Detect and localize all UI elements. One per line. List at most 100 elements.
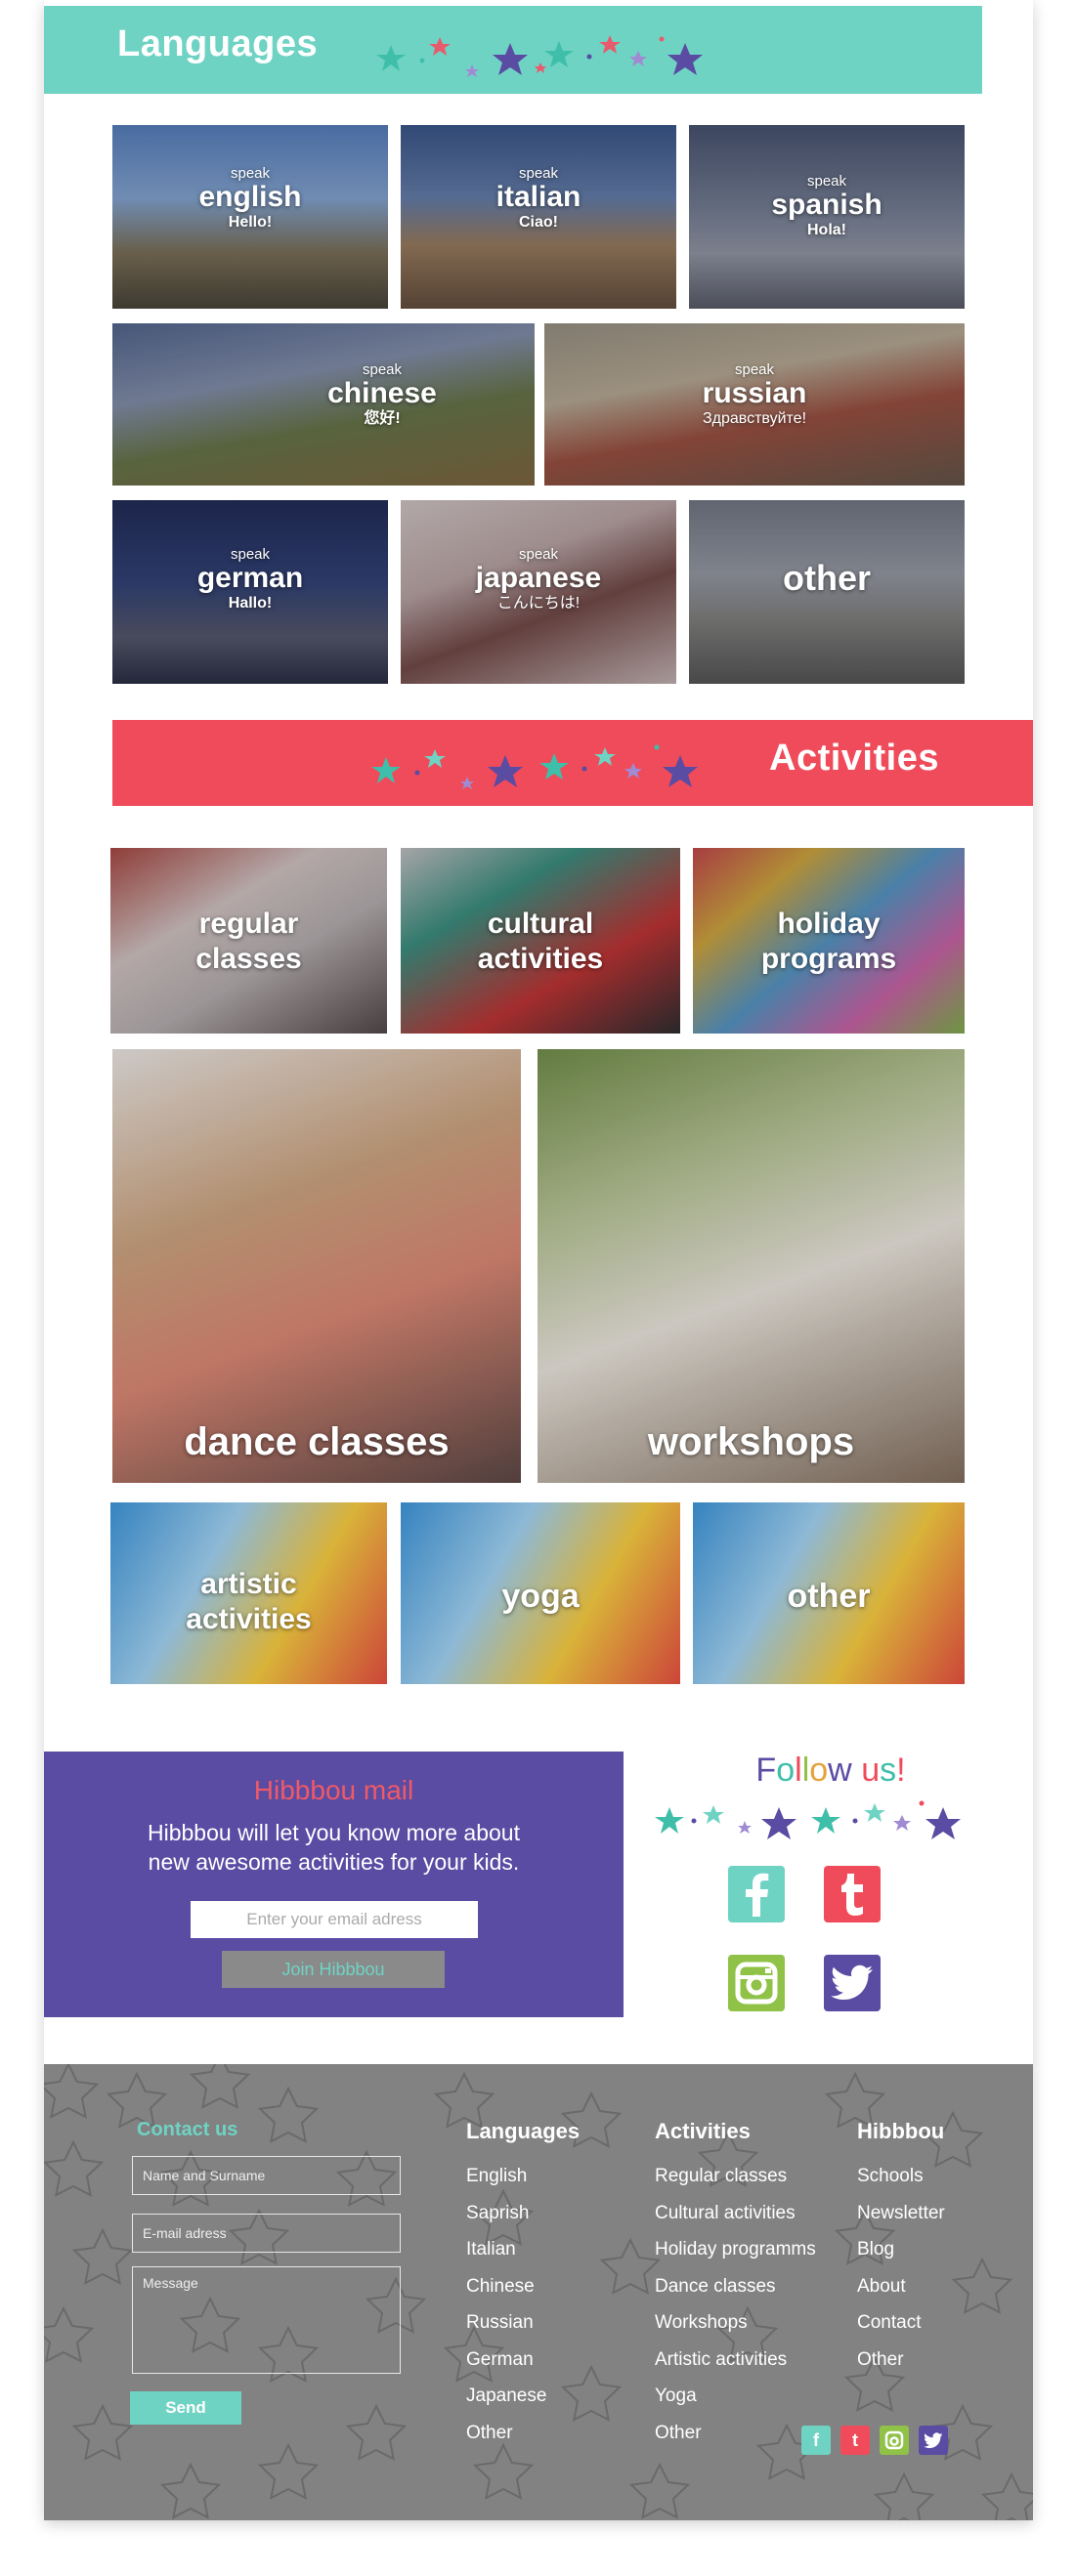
tile-text: dance classes [112, 1420, 521, 1464]
language-name: german [196, 562, 304, 594]
greeting: Ciao! [519, 214, 558, 231]
activity-label-line2: activities [186, 1603, 312, 1635]
facebook-icon[interactable]: f [801, 2426, 831, 2455]
tile-spanish[interactable]: speak spanish Hola! [689, 125, 965, 309]
footer-link[interactable]: Japanese [466, 2378, 580, 2415]
language-name: russian [702, 377, 807, 409]
greeting: Здравствуйте! [702, 410, 807, 427]
tile-overlay [538, 1049, 965, 1483]
tile-text: regular classes [110, 907, 387, 977]
tile-workshops[interactable]: workshops [538, 1049, 965, 1483]
footer-link[interactable]: Chinese [466, 2268, 580, 2305]
tile-dance-classes[interactable]: dance classes [112, 1049, 521, 1483]
mail-title: Hibbbou mail [253, 1775, 414, 1805]
follow-title: Follow us! [669, 1752, 992, 1790]
languages-title: Languages [117, 23, 319, 64]
tile-chinese[interactable]: speak chinese 您好! [112, 323, 535, 486]
footer-link[interactable]: German [466, 2342, 580, 2379]
facebook-icon[interactable] [728, 1866, 785, 1922]
activity-label-line1: dance classes [184, 1420, 450, 1463]
message-field[interactable] [132, 2266, 401, 2374]
footer-link[interactable]: Russian [466, 2304, 580, 2342]
twitter-icon[interactable] [824, 1955, 881, 2011]
name-field[interactable] [132, 2156, 401, 2195]
languages-banner: Languages [44, 6, 982, 94]
follow-letter: u [861, 1752, 881, 1789]
speak-label: speak [362, 361, 403, 378]
greeting: 您好! [364, 410, 401, 427]
footer-link[interactable]: English [466, 2158, 580, 2195]
footer-link[interactable]: Holiday programms [655, 2231, 816, 2268]
footer-link[interactable]: Other [857, 2342, 945, 2379]
activity-label-line2: programs [760, 943, 897, 975]
twitter-icon[interactable] [919, 2426, 948, 2455]
instagram-icon[interactable] [728, 1955, 785, 2011]
footer-column-title: Languages [466, 2119, 581, 2143]
tile-russian[interactable]: speak russian Здравствуйте! [544, 323, 965, 486]
footer-column-hibbbou: Hibbbou Schools Newsletter Blog About Co… [857, 2119, 945, 2378]
tile-yoga[interactable]: yoga [401, 1502, 680, 1684]
tile-other-activity[interactable]: other [693, 1502, 965, 1684]
tile-text: speak spanish Hola! [689, 174, 965, 240]
footer-column-activities: Activities Regular classes Cultural acti… [655, 2119, 816, 2451]
footer-link[interactable]: Dance classes [655, 2268, 816, 2305]
footer-link[interactable]: Italian [466, 2231, 580, 2268]
tile-cultural-activities[interactable]: cultural activities [401, 848, 680, 1034]
activity-label-line1: yoga [501, 1578, 580, 1615]
follow-letter: s [880, 1752, 897, 1789]
footer-link[interactable]: Other [466, 2415, 580, 2452]
speak-label: speak [230, 165, 271, 182]
mail-description: Hibbbou will let you know more about new… [44, 1818, 624, 1877]
email-input[interactable] [191, 1901, 478, 1938]
tile-text: other [689, 559, 965, 598]
tile-text: speak japanese こんにちは! [401, 547, 676, 613]
footer-link[interactable]: Yoga [655, 2378, 816, 2415]
tile-regular-classes[interactable]: regular classes [110, 848, 387, 1034]
language-name: spanish [771, 189, 882, 221]
language-name: italian [495, 181, 581, 213]
language-name: chinese [327, 377, 437, 409]
footer-link[interactable]: Schools [857, 2158, 945, 2195]
stars-decoration-icon [655, 1800, 961, 1839]
footer-link[interactable]: Blog [857, 2231, 945, 2268]
footer-link[interactable]: Contact [857, 2304, 945, 2342]
tumblr-icon[interactable] [824, 1866, 881, 1922]
follow-letter: F [755, 1752, 777, 1789]
footer-link[interactable]: Artistic activities [655, 2342, 816, 2379]
tile-text: speak russian Здравствуйте! [544, 362, 965, 429]
footer-link[interactable]: Regular classes [655, 2158, 816, 2195]
tile-japanese[interactable]: speak japanese こんにちは! [401, 500, 676, 684]
tile-holiday-programs[interactable]: holiday programs [693, 848, 965, 1034]
newsletter-box: Hibbbou mail Hibbbou will let you know m… [44, 1752, 624, 2017]
speak-label: speak [806, 173, 847, 190]
footer-link[interactable]: About [857, 2268, 945, 2305]
tile-italian[interactable]: speak italian Ciao! [401, 125, 676, 309]
follow-letter: l [795, 1752, 802, 1789]
tile-other-language[interactable]: other [689, 500, 965, 684]
tile-german[interactable]: speak german Hallo! [112, 500, 388, 684]
tile-text: speak english Hello! [112, 166, 388, 232]
speak-label: speak [518, 165, 559, 182]
tile-text: speak german Hallo! [112, 547, 388, 613]
tile-artistic-activities[interactable]: artistic activities [110, 1502, 387, 1684]
activity-label-line1: holiday [777, 908, 881, 940]
footer-link[interactable]: Workshops [655, 2304, 816, 2342]
footer-link[interactable]: Other [655, 2415, 816, 2452]
instagram-icon[interactable] [880, 2426, 909, 2455]
send-button[interactable]: Send [130, 2391, 241, 2425]
activity-label-line1: regular [198, 908, 299, 940]
email-field[interactable] [132, 2214, 401, 2253]
tile-english[interactable]: speak english Hello! [112, 125, 388, 309]
language-name: other [783, 558, 871, 598]
tile-text: yoga [401, 1579, 680, 1614]
activity-label-line2: activities [477, 943, 604, 975]
footer-link[interactable]: Newsletter [857, 2195, 945, 2232]
tumblr-icon[interactable]: t [840, 2426, 870, 2455]
footer-link[interactable]: Saprish [466, 2195, 580, 2232]
greeting: こんにちは! [496, 595, 581, 612]
tile-text: workshops [538, 1420, 965, 1464]
join-button[interactable]: Join Hibbbou [222, 1951, 445, 1988]
footer-link[interactable]: Cultural activities [655, 2195, 816, 2232]
speak-label: speak [230, 546, 271, 563]
footer: Contact us Send Languages English Sapris… [44, 2064, 1033, 2520]
